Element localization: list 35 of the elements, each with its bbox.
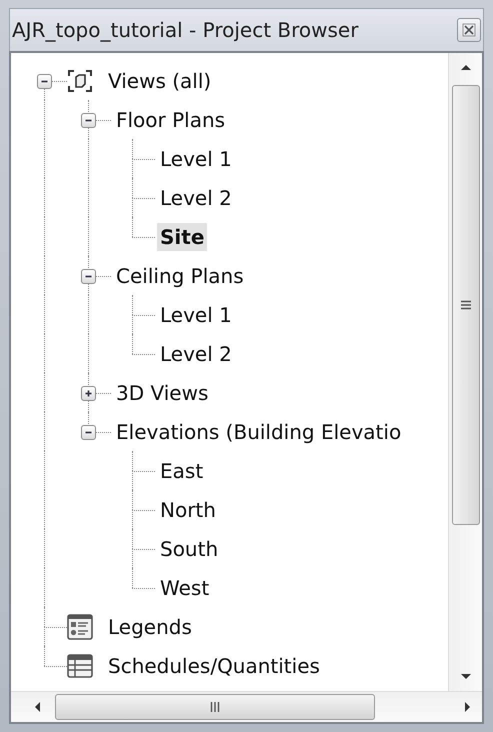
scrollbar-thumb[interactable] xyxy=(452,85,480,525)
tree-item[interactable]: Site xyxy=(157,222,208,250)
tree-item[interactable]: West xyxy=(157,574,212,602)
scrollbar-thumb[interactable] xyxy=(55,694,375,720)
tree-item[interactable]: Floor Plans xyxy=(113,106,228,134)
scroll-down-icon[interactable] xyxy=(460,673,472,681)
tree-item[interactable]: Views (all) xyxy=(105,66,214,94)
horizontal-scrollbar[interactable] xyxy=(11,691,482,722)
collapse-toggle[interactable] xyxy=(81,425,96,440)
tree-item[interactable]: Schedules/Quantities xyxy=(105,652,323,680)
scroll-up-icon[interactable] xyxy=(460,63,472,71)
tree-item[interactable]: South xyxy=(157,534,222,562)
tree-item[interactable]: Level 2 xyxy=(157,340,235,368)
tree-item[interactable]: East xyxy=(157,456,206,484)
tree-item[interactable]: Ceiling Plans xyxy=(113,262,247,290)
vertical-scrollbar[interactable] xyxy=(448,53,482,691)
collapse-toggle[interactable] xyxy=(37,74,52,89)
tree-item[interactable]: Level 1 xyxy=(157,300,235,328)
close-icon xyxy=(462,23,476,37)
scroll-left-icon[interactable] xyxy=(33,701,41,713)
tree-item[interactable]: 3D Views xyxy=(113,378,212,406)
tree-item[interactable]: Elevations (Building Elevatio xyxy=(113,418,404,446)
tree-item[interactable]: Level 1 xyxy=(157,144,235,172)
legend-icon xyxy=(67,614,93,640)
collapse-toggle[interactable] xyxy=(81,113,96,128)
window-title: AJR_topo_tutorial - Project Browser xyxy=(12,18,358,42)
tree-item[interactable]: Level 2 xyxy=(157,184,235,212)
collapse-toggle[interactable] xyxy=(81,269,96,284)
scroll-right-icon[interactable] xyxy=(464,701,472,713)
schedule-icon xyxy=(67,652,93,678)
plus-icon xyxy=(84,389,93,398)
close-button[interactable] xyxy=(457,18,481,42)
expand-toggle[interactable] xyxy=(81,386,96,401)
tree-item[interactable]: North xyxy=(157,496,219,524)
tree-item[interactable]: Legends xyxy=(105,612,195,640)
